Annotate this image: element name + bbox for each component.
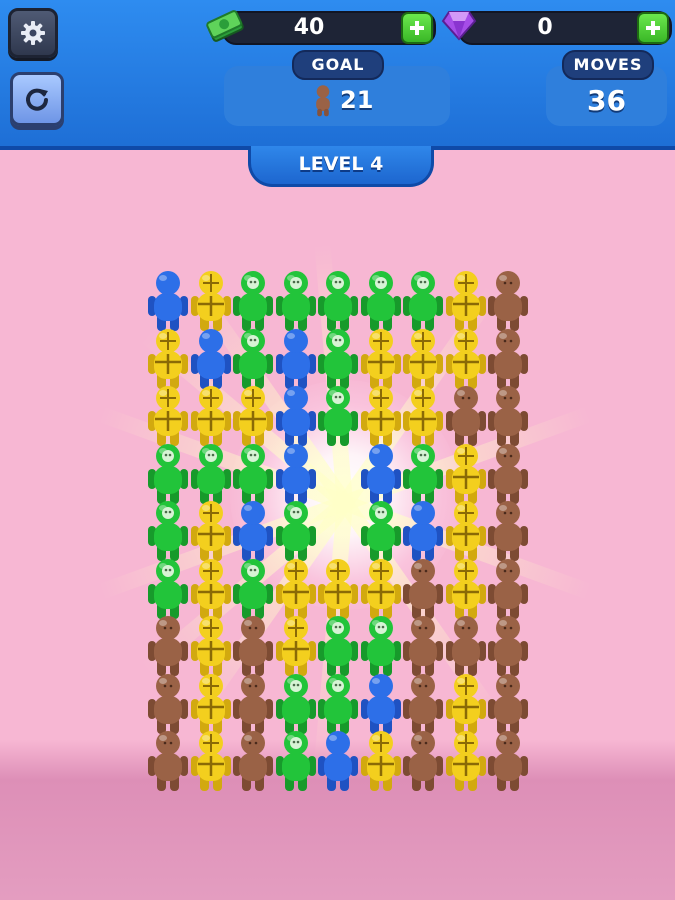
brown-figure[interactable] bbox=[487, 615, 529, 677]
blue-figure[interactable] bbox=[317, 730, 359, 792]
green-figure[interactable] bbox=[147, 443, 189, 505]
blue-figure[interactable] bbox=[275, 443, 317, 505]
green-figure[interactable] bbox=[317, 615, 359, 677]
brown-figure[interactable] bbox=[487, 673, 529, 735]
yellow-figure[interactable] bbox=[190, 385, 232, 447]
yellow-figure[interactable] bbox=[445, 443, 487, 505]
blue-figure[interactable] bbox=[147, 270, 189, 332]
green-figure[interactable] bbox=[360, 500, 402, 562]
yellow-figure[interactable] bbox=[402, 328, 444, 390]
blue-figure[interactable] bbox=[360, 673, 402, 735]
brown-figure[interactable] bbox=[487, 328, 529, 390]
brown-figure[interactable] bbox=[147, 615, 189, 677]
green-figure[interactable] bbox=[275, 730, 317, 792]
brown-figure[interactable] bbox=[445, 615, 487, 677]
blue-figure[interactable] bbox=[360, 443, 402, 505]
brown-figure[interactable] bbox=[147, 673, 189, 735]
brown-figure[interactable] bbox=[232, 673, 274, 735]
blue-figure[interactable] bbox=[190, 328, 232, 390]
yellow-figure[interactable] bbox=[445, 673, 487, 735]
yellow-figure[interactable] bbox=[445, 558, 487, 620]
green-figure[interactable] bbox=[317, 385, 359, 447]
brown-figure[interactable] bbox=[402, 558, 444, 620]
green-figure[interactable] bbox=[360, 615, 402, 677]
green-figure[interactable] bbox=[275, 270, 317, 332]
green-figure[interactable] bbox=[232, 443, 274, 505]
yellow-figure[interactable] bbox=[275, 558, 317, 620]
brown-figure[interactable] bbox=[147, 730, 189, 792]
blue-figure[interactable] bbox=[275, 328, 317, 390]
green-figure[interactable] bbox=[147, 500, 189, 562]
brown-figure[interactable] bbox=[232, 615, 274, 677]
brown-figure[interactable] bbox=[445, 385, 487, 447]
brown-figure[interactable] bbox=[487, 443, 529, 505]
yellow-figure[interactable] bbox=[360, 730, 402, 792]
yellow-figure[interactable] bbox=[275, 615, 317, 677]
blue-figure[interactable] bbox=[402, 500, 444, 562]
brown-figure[interactable] bbox=[487, 730, 529, 792]
yellow-figure[interactable] bbox=[445, 270, 487, 332]
brown-figure[interactable] bbox=[487, 558, 529, 620]
green-figure[interactable] bbox=[232, 558, 274, 620]
yellow-figure[interactable] bbox=[445, 328, 487, 390]
yellow-figure[interactable] bbox=[190, 558, 232, 620]
yellow-figure[interactable] bbox=[317, 558, 359, 620]
green-figure[interactable] bbox=[232, 270, 274, 332]
yellow-figure[interactable] bbox=[147, 385, 189, 447]
green-figure[interactable] bbox=[232, 328, 274, 390]
brown-figure[interactable] bbox=[487, 385, 529, 447]
brown-figure[interactable] bbox=[487, 270, 529, 332]
green-figure[interactable] bbox=[402, 270, 444, 332]
yellow-figure[interactable] bbox=[190, 270, 232, 332]
brown-figure[interactable] bbox=[402, 615, 444, 677]
green-figure[interactable] bbox=[317, 270, 359, 332]
green-figure[interactable] bbox=[190, 443, 232, 505]
yellow-figure[interactable] bbox=[360, 328, 402, 390]
yellow-figure[interactable] bbox=[190, 673, 232, 735]
blue-figure[interactable] bbox=[232, 500, 274, 562]
green-figure[interactable] bbox=[275, 673, 317, 735]
green-figure[interactable] bbox=[275, 500, 317, 562]
green-figure[interactable] bbox=[317, 328, 359, 390]
yellow-figure[interactable] bbox=[190, 500, 232, 562]
brown-figure[interactable] bbox=[402, 673, 444, 735]
yellow-figure[interactable] bbox=[190, 730, 232, 792]
green-figure[interactable] bbox=[317, 673, 359, 735]
brown-figure[interactable] bbox=[232, 730, 274, 792]
green-figure[interactable] bbox=[402, 443, 444, 505]
yellow-figure[interactable] bbox=[402, 385, 444, 447]
yellow-figure[interactable] bbox=[360, 385, 402, 447]
brown-figure[interactable] bbox=[402, 730, 444, 792]
green-figure[interactable] bbox=[147, 558, 189, 620]
brown-figure[interactable] bbox=[487, 500, 529, 562]
figure-board bbox=[0, 0, 675, 900]
blue-figure[interactable] bbox=[275, 385, 317, 447]
yellow-figure[interactable] bbox=[445, 730, 487, 792]
green-figure[interactable] bbox=[360, 270, 402, 332]
yellow-figure[interactable] bbox=[232, 385, 274, 447]
yellow-figure[interactable] bbox=[190, 615, 232, 677]
yellow-figure[interactable] bbox=[147, 328, 189, 390]
yellow-figure[interactable] bbox=[360, 558, 402, 620]
yellow-figure[interactable] bbox=[445, 500, 487, 562]
